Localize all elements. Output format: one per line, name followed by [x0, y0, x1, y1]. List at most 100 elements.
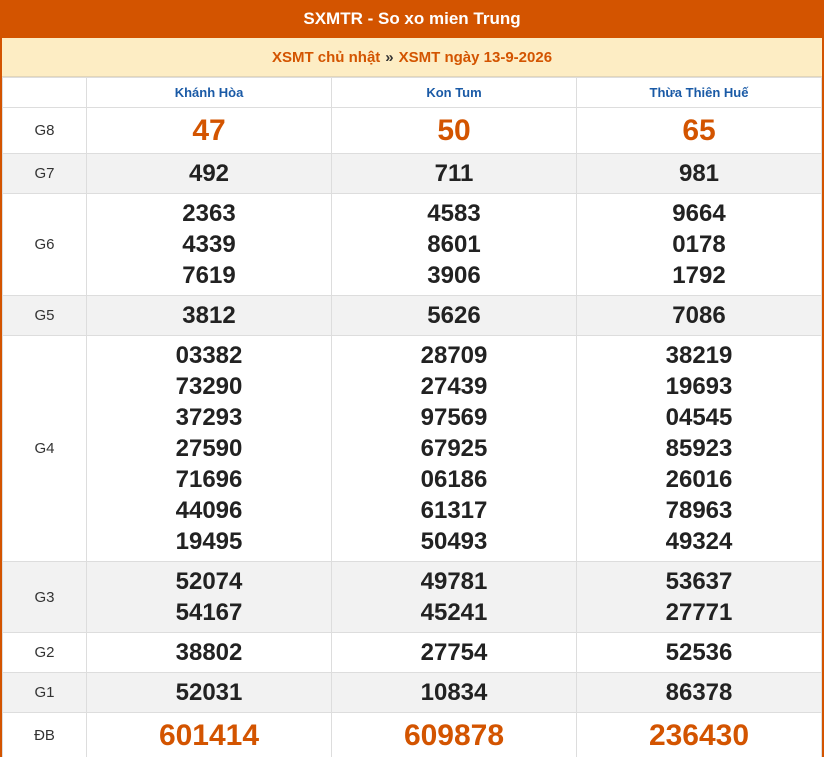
lottery-number: 7619	[182, 262, 236, 289]
prize-cell: 5626	[331, 295, 577, 336]
prize-label: G2	[2, 632, 87, 673]
lottery-number: 85923	[665, 435, 733, 462]
prize-cell: 38219 19693 04545 85923 26016 78963 49324	[576, 335, 822, 562]
lottery-number: 49781	[420, 568, 488, 595]
lottery-number: 9664	[672, 200, 726, 227]
lottery-number: 3812	[182, 302, 236, 329]
prize-label: G4	[2, 335, 87, 562]
lottery-number: 4583	[427, 200, 481, 227]
province-link-thua-thien-hue[interactable]: Thừa Thiên Huế	[650, 85, 749, 100]
breadcrumb-separator: »	[385, 48, 394, 66]
prize-label: G3	[2, 561, 87, 633]
prize-label: ĐB	[2, 712, 87, 757]
prize-cell: 27754	[331, 632, 577, 673]
lottery-number: 54167	[175, 599, 243, 626]
panel-title: SXMTR - So xo mien Trung	[2, 0, 822, 38]
prize-cell: 711	[331, 153, 577, 194]
prize-cell: 49781 45241	[331, 561, 577, 633]
lottery-number: 5626	[427, 302, 481, 329]
prize-cell: 28709 27439 97569 67925 06186 61317 50493	[331, 335, 577, 562]
province-header-cell: Kon Tum	[331, 77, 577, 108]
prize-cell: 65	[576, 107, 822, 154]
results-body: G8 47 50 65 G7 492 711 981 G6 2363 4339 7619 4583 860…	[2, 107, 822, 757]
prize-label: G8	[2, 107, 87, 154]
prize-header-cell	[2, 77, 87, 108]
lottery-number: 73290	[175, 373, 243, 400]
lottery-number: 47	[192, 114, 226, 147]
prize-cell: 10834	[331, 672, 577, 713]
prize-label: G1	[2, 672, 87, 713]
lottery-number: 49324	[665, 528, 733, 555]
lottery-number: 04545	[665, 404, 733, 431]
lottery-number: 38219	[665, 342, 733, 369]
prize-cell: 86378	[576, 672, 822, 713]
lottery-number: 981	[678, 160, 720, 187]
lottery-number: 609878	[403, 719, 505, 752]
lottery-number: 8601	[427, 231, 481, 258]
lottery-number: 53637	[665, 568, 733, 595]
prize-label: G5	[2, 295, 87, 336]
lottery-number: 67925	[420, 435, 488, 462]
lottery-number: 27439	[420, 373, 488, 400]
lottery-number: 601414	[158, 719, 260, 752]
lottery-number: 492	[188, 160, 230, 187]
prize-cell: 47	[86, 107, 332, 154]
province-header-cell: Thừa Thiên Huế	[576, 77, 822, 108]
breadcrumb: XSMT chủ nhật » XSMT ngày 13-9-2026	[2, 38, 822, 77]
lottery-number: 1792	[672, 262, 726, 289]
prize-cell: 609878	[331, 712, 577, 757]
breadcrumb-day-link[interactable]: XSMT chủ nhật	[272, 49, 380, 66]
results-panel: SXMTR - So xo mien Trung XSMT chủ nhật »…	[0, 0, 824, 757]
prize-row-g5: G5 3812 5626 7086	[2, 295, 822, 336]
lottery-number: 65	[682, 114, 716, 147]
lottery-number: 50	[437, 114, 471, 147]
lottery-number: 52074	[175, 568, 243, 595]
lottery-number: 19693	[665, 373, 733, 400]
lottery-number: 86378	[665, 679, 733, 706]
province-header-cell: Khánh Hòa	[86, 77, 332, 108]
lottery-number: 27754	[420, 639, 488, 666]
prize-cell: 601414	[86, 712, 332, 757]
prize-cell: 52536	[576, 632, 822, 673]
lottery-number: 71696	[175, 466, 243, 493]
lottery-number: 38802	[175, 639, 243, 666]
lottery-number: 61317	[420, 497, 488, 524]
prize-row-g6: G6 2363 4339 7619 4583 8601 3906 9664 0178 1792	[2, 193, 822, 296]
prize-cell: 9664 0178 1792	[576, 193, 822, 296]
lottery-number: 2363	[182, 200, 236, 227]
lottery-number: 06186	[420, 466, 488, 493]
province-link-khanh-hoa[interactable]: Khánh Hòa	[175, 85, 244, 100]
prize-row-g1: G1 52031 10834 86378	[2, 672, 822, 713]
lottery-number: 97569	[420, 404, 488, 431]
lottery-number: 7086	[672, 302, 726, 329]
prize-cell: 4583 8601 3906	[331, 193, 577, 296]
prize-row-g7: G7 492 711 981	[2, 153, 822, 194]
lottery-number: 52031	[175, 679, 243, 706]
prize-cell: 3812	[86, 295, 332, 336]
prize-row-g2: G2 38802 27754 52536	[2, 632, 822, 673]
lottery-number: 28709	[420, 342, 488, 369]
results-table: Khánh Hòa Kon Tum Thừa Thiên Huế G8 47 50 6…	[2, 77, 822, 757]
prize-cell: 03382 73290 37293 27590 71696 44096 19495	[86, 335, 332, 562]
prize-cell: 981	[576, 153, 822, 194]
lottery-number: 236430	[648, 719, 750, 752]
province-link-kon-tum[interactable]: Kon Tum	[426, 85, 481, 100]
prize-cell: 236430	[576, 712, 822, 757]
prize-cell: 38802	[86, 632, 332, 673]
prize-cell: 492	[86, 153, 332, 194]
province-header-row: Khánh Hòa Kon Tum Thừa Thiên Huế	[2, 77, 822, 108]
prize-cell: 7086	[576, 295, 822, 336]
prize-cell: 2363 4339 7619	[86, 193, 332, 296]
prize-label: G7	[2, 153, 87, 194]
breadcrumb-date-link[interactable]: XSMT ngày 13-9-2026	[399, 49, 552, 66]
prize-row-db: ĐB 601414 609878 236430	[2, 712, 822, 757]
lottery-number: 37293	[175, 404, 243, 431]
lottery-number: 27771	[665, 599, 733, 626]
lottery-number: 3906	[427, 262, 481, 289]
prize-row-g4: G4 03382 73290 37293 27590 71696 44096 19495 287…	[2, 335, 822, 562]
lottery-number: 45241	[420, 599, 488, 626]
lottery-number: 78963	[665, 497, 733, 524]
prize-label: G6	[2, 193, 87, 296]
lottery-number: 19495	[175, 528, 243, 555]
lottery-number: 27590	[175, 435, 243, 462]
